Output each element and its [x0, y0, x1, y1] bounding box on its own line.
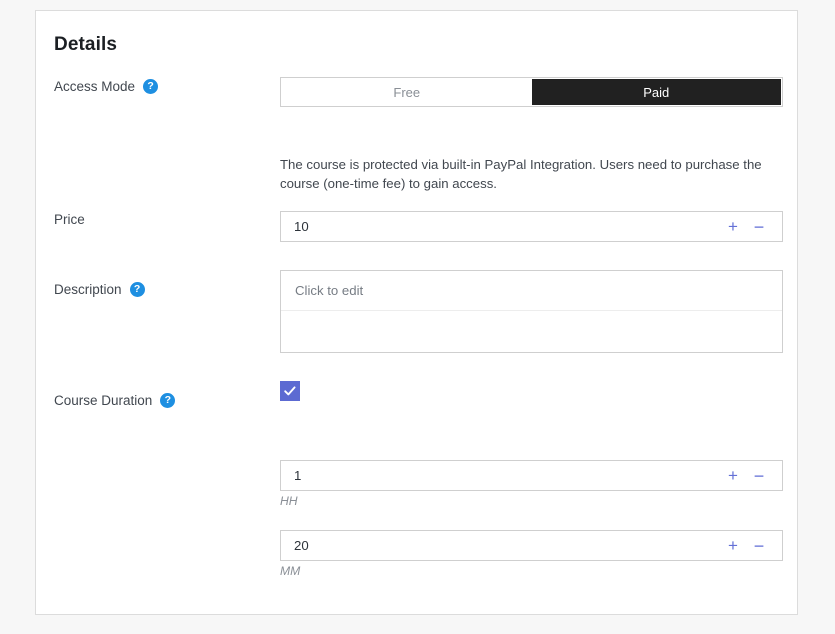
description-label-group: Description ? — [54, 282, 145, 297]
page-title: Details — [54, 34, 118, 55]
minutes-input[interactable] — [281, 531, 720, 560]
description-placeholder[interactable]: Click to edit — [281, 271, 782, 311]
minutes-unit-hint: MM — [280, 564, 301, 578]
access-mode-label-group: Access Mode ? — [54, 79, 159, 94]
minutes-stepper[interactable]: + − — [280, 530, 783, 561]
help-circle-icon[interactable]: ? — [160, 393, 176, 408]
access-mode-description: The course is protected via built-in Pay… — [280, 157, 762, 191]
check-icon — [284, 386, 296, 396]
price-label-group: Price — [54, 212, 85, 227]
help-circle-icon[interactable]: ? — [143, 79, 159, 94]
price-decrement-button[interactable]: − — [746, 212, 772, 241]
hours-unit-hint: HH — [280, 494, 298, 508]
access-mode-label: Access Mode — [54, 79, 136, 94]
course-duration-label: Course Duration — [54, 393, 153, 408]
minutes-increment-button[interactable]: + — [720, 531, 746, 560]
description-editor-body[interactable] — [281, 311, 782, 352]
help-circle-icon[interactable]: ? — [129, 282, 145, 297]
access-mode-option-free[interactable]: Free — [282, 79, 532, 105]
hours-increment-button[interactable]: + — [720, 461, 746, 490]
hours-stepper[interactable]: + − — [280, 460, 783, 491]
price-stepper[interactable]: + − — [280, 211, 783, 242]
price-increment-button[interactable]: + — [720, 212, 746, 241]
price-field: + − — [280, 211, 783, 242]
description-label: Description — [54, 282, 122, 297]
hours-decrement-button[interactable]: − — [746, 461, 772, 490]
access-mode-option-paid[interactable]: Paid — [531, 79, 781, 105]
course-duration-checkbox[interactable] — [280, 381, 300, 401]
price-label: Price — [54, 212, 85, 227]
details-card: Details Access Mode ? Free Paid The cour… — [35, 10, 798, 615]
course-duration-label-group: Course Duration ? — [54, 393, 176, 408]
access-mode-segmented-control[interactable]: Free Paid — [280, 77, 783, 107]
description-editor[interactable]: Click to edit — [280, 270, 783, 353]
price-input[interactable] — [281, 212, 720, 241]
course-duration-hours-field: + − HH — [280, 460, 783, 508]
description-field: Click to edit — [280, 270, 783, 353]
minutes-decrement-button[interactable]: − — [746, 531, 772, 560]
access-mode-field: Free Paid — [280, 77, 783, 107]
course-duration-minutes-field: + − MM — [280, 530, 783, 578]
hours-input[interactable] — [281, 461, 720, 490]
course-duration-toggle-field — [280, 381, 783, 401]
